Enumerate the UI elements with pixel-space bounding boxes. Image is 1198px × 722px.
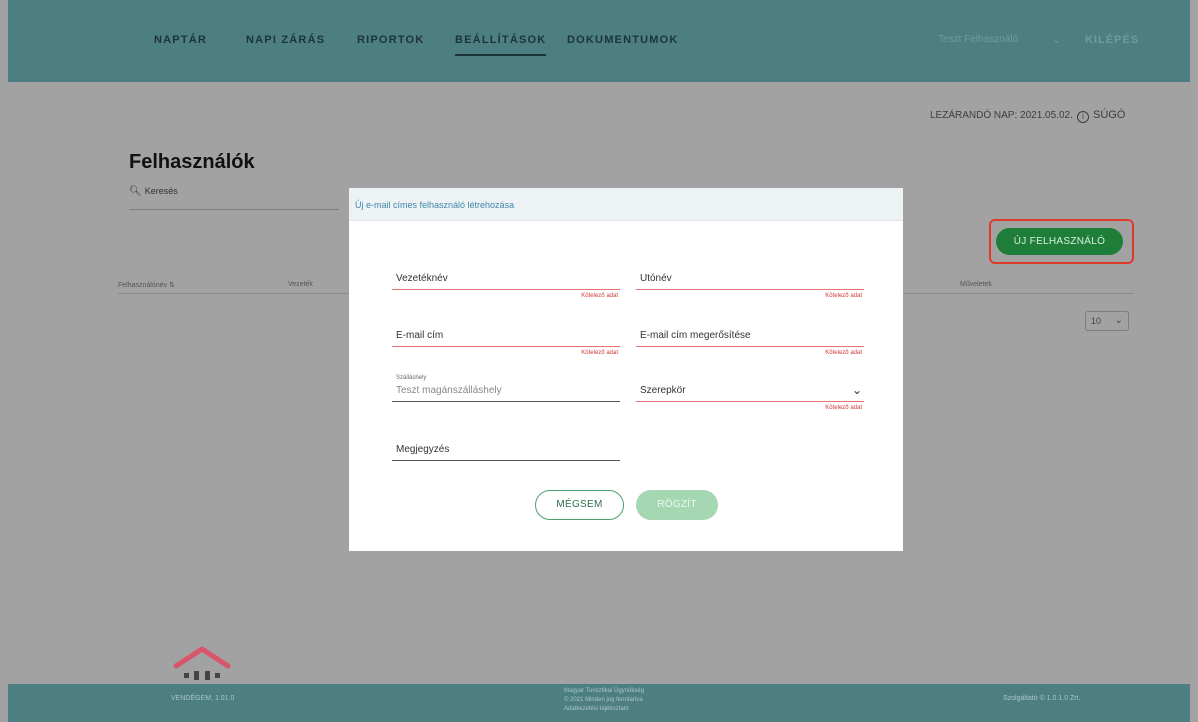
nav-documents[interactable]: DOKUMENTUMOK	[567, 34, 679, 46]
role-select[interactable]: Szerepkör ⌄ Kötelező adat	[636, 383, 864, 411]
search-icon: 🔍︎	[129, 186, 142, 197]
email-label: E-mail cím	[396, 330, 444, 341]
email-underline	[392, 346, 620, 347]
accommodation-underline	[392, 401, 620, 402]
house-logo-icon	[173, 646, 231, 680]
info-icon: i	[1077, 111, 1089, 123]
role-underline	[636, 401, 864, 402]
footer-line: © 2021 Minden jog fenntartva	[564, 697, 643, 703]
role-label: Szerepkör	[640, 385, 686, 396]
email-error: Kötelező adat	[581, 350, 618, 356]
first-name-label: Utónév	[640, 273, 672, 284]
email-confirm-label: E-mail cím megerősítése	[640, 330, 751, 341]
column-username-label: Felhasználónév	[118, 282, 168, 289]
logout-link[interactable]: KILÉPÉS	[1085, 34, 1139, 46]
help-link[interactable]: i SÚGÓ	[1077, 109, 1125, 123]
nav-settings[interactable]: BEÁLLÍTÁSOK	[455, 34, 547, 56]
app-version: VENDÉGEM, 1.01.0	[171, 695, 235, 702]
footer-info: Magyar Turisztikai Ügynökség © 2021 Mind…	[564, 687, 704, 714]
first-name-underline	[636, 289, 864, 290]
note-label: Megjegyzés	[396, 444, 450, 455]
save-button[interactable]: RÖGZÍT	[636, 490, 718, 520]
footer: VENDÉGEM, 1.01.0 Magyar Turisztikai Ügyn…	[8, 684, 1190, 722]
create-user-modal: Új e-mail címes felhasználó létrehozása …	[349, 188, 903, 551]
last-name-field[interactable]: Vezetéknév Kötelező adat	[392, 273, 620, 299]
email-confirm-underline	[636, 346, 864, 347]
email-confirm-error: Kötelező adat	[825, 350, 862, 356]
nav-reports[interactable]: RIPORTOK	[357, 34, 424, 46]
nav-daily-closing[interactable]: NAPI ZÁRÁS	[246, 34, 325, 46]
chevron-down-icon: ⌄	[1114, 315, 1123, 326]
column-username[interactable]: Felhasználónév ⇅	[118, 281, 175, 289]
last-name-underline	[392, 289, 620, 290]
accommodation-label: Szálláshely	[396, 375, 427, 381]
user-menu[interactable]: Teszt Felhasználó	[938, 34, 1018, 45]
chevron-down-icon[interactable]: ⌄	[1052, 33, 1061, 46]
column-lastname[interactable]: Vezeték	[288, 281, 313, 288]
closing-day-label: LEZÁRANDÓ NAP: 2021.05.02.	[930, 110, 1073, 121]
first-name-error: Kötelező adat	[825, 293, 862, 299]
column-actions: Műveletek	[960, 281, 992, 288]
search-placeholder: Keresés	[144, 186, 178, 196]
email-confirm-field[interactable]: E-mail cím megerősítése Kötelező adat	[636, 330, 864, 356]
page-title: Felhasználók	[129, 151, 255, 173]
nav-calendar[interactable]: NAPTÁR	[154, 34, 207, 46]
last-name-label: Vezetéknév	[396, 273, 448, 284]
footer-line: Magyar Turisztikai Ügynökség	[564, 688, 645, 694]
search-input[interactable]: 🔍︎ Keresés	[129, 186, 339, 210]
note-field[interactable]: Megjegyzés	[392, 444, 620, 464]
top-nav-bar: NAPTÁR NAPI ZÁRÁS RIPORTOK BEÁLLÍTÁSOK D…	[8, 0, 1190, 82]
email-field[interactable]: E-mail cím Kötelező adat	[392, 330, 620, 356]
cancel-button[interactable]: MÉGSEM	[535, 490, 624, 520]
note-underline	[392, 460, 620, 461]
footer-line[interactable]: Adatkezelési tájékoztató	[564, 705, 704, 714]
new-user-button[interactable]: ÚJ FELHASZNÁLÓ	[996, 228, 1123, 255]
role-error: Kötelező adat	[825, 405, 862, 411]
page-size-value: 10	[1091, 316, 1102, 326]
first-name-field[interactable]: Utónév Kötelező adat	[636, 273, 864, 299]
footer-provider: Szolgáltató © 1.0.1.0 Zrt.	[1003, 695, 1081, 702]
sort-icon[interactable]: ⇅	[169, 282, 175, 289]
page-size-select[interactable]: 10 ⌄	[1085, 311, 1129, 331]
accommodation-value: Teszt magánszálláshely	[396, 385, 502, 396]
modal-title: Új e-mail címes felhasználó létrehozása	[349, 188, 903, 221]
last-name-error: Kötelező adat	[581, 293, 618, 299]
chevron-down-icon: ⌄	[851, 383, 862, 397]
help-label: SÚGÓ	[1093, 109, 1126, 121]
accommodation-field[interactable]: Szálláshely Teszt magánszálláshely	[392, 375, 620, 405]
